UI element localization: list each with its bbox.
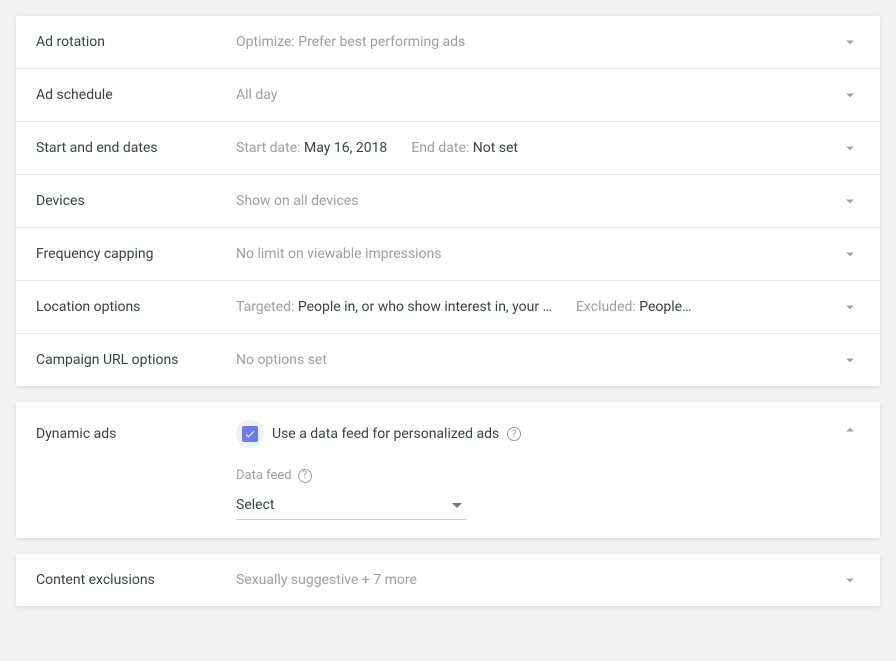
row-label: Campaign URL options [36,352,236,368]
data-feed-checkbox[interactable] [236,420,264,448]
row-value: Start date: May 16, 2018 End date: Not s… [236,140,840,156]
ad-rotation-row[interactable]: Ad rotation Optimize: Prefer best perfor… [16,16,880,69]
content-exclusions-row[interactable]: Content exclusions Sexually suggestive +… [16,554,880,606]
row-value: All day [236,87,840,103]
row-label: Content exclusions [36,572,236,588]
ad-schedule-row[interactable]: Ad schedule All day [16,69,880,122]
start-end-dates-row[interactable]: Start and end dates Start date: May 16, … [16,122,880,175]
row-label: Ad schedule [36,87,236,103]
chevron-down-icon [840,85,860,105]
location-options-row[interactable]: Location options Targeted: People in, or… [16,281,880,334]
targeted-prefix: Targeted: [236,299,298,315]
frequency-capping-row[interactable]: Frequency capping No limit on viewable i… [16,228,880,281]
dropdown-icon [452,503,462,508]
help-icon[interactable]: ? [298,469,312,483]
chevron-up-icon[interactable] [840,420,860,440]
chevron-down-icon [840,32,860,52]
devices-row[interactable]: Devices Show on all devices [16,175,880,228]
row-value: No options set [236,352,840,368]
row-value: Targeted: People in, or who show interes… [236,299,840,315]
chevron-down-icon [840,244,860,264]
end-date-value: Not set [473,140,518,156]
select-value: Select [236,497,274,513]
end-date-prefix: End date: [411,140,472,156]
row-label: Start and end dates [36,140,236,156]
chevron-down-icon [840,138,860,158]
chevron-down-icon [840,297,860,317]
row-value: Optimize: Prefer best performing ads [236,34,840,50]
chevron-down-icon [840,570,860,590]
start-date-prefix: Start date: [236,140,304,156]
help-icon[interactable]: ? [507,427,521,441]
campaign-url-options-row[interactable]: Campaign URL options No options set [16,334,880,386]
row-value: Sexually suggestive + 7 more [236,572,840,588]
row-value: No limit on viewable impressions [236,246,840,262]
excluded-prefix: Excluded: [576,299,639,315]
checkbox-label: Use a data feed for personalized ads [272,426,499,442]
content-exclusions-card: Content exclusions Sexually suggestive +… [16,554,880,606]
start-date-value: May 16, 2018 [304,140,387,156]
row-value: Show on all devices [236,193,840,209]
row-label: Ad rotation [36,34,236,50]
chevron-down-icon [840,191,860,211]
dynamic-ads-label: Dynamic ads [36,420,236,520]
campaign-settings-card: Ad rotation Optimize: Prefer best perfor… [16,16,880,386]
chevron-down-icon [840,350,860,370]
row-label: Location options [36,299,236,315]
row-label: Devices [36,193,236,209]
data-feed-select[interactable]: Select [236,491,466,520]
dynamic-ads-card: Dynamic ads Use a data feed for personal… [16,402,880,538]
row-label: Frequency capping [36,246,236,262]
excluded-value: People… [639,299,691,315]
targeted-value: People in, or who show interest in, your… [298,299,552,315]
data-feed-field-label: Data feed [236,468,292,483]
